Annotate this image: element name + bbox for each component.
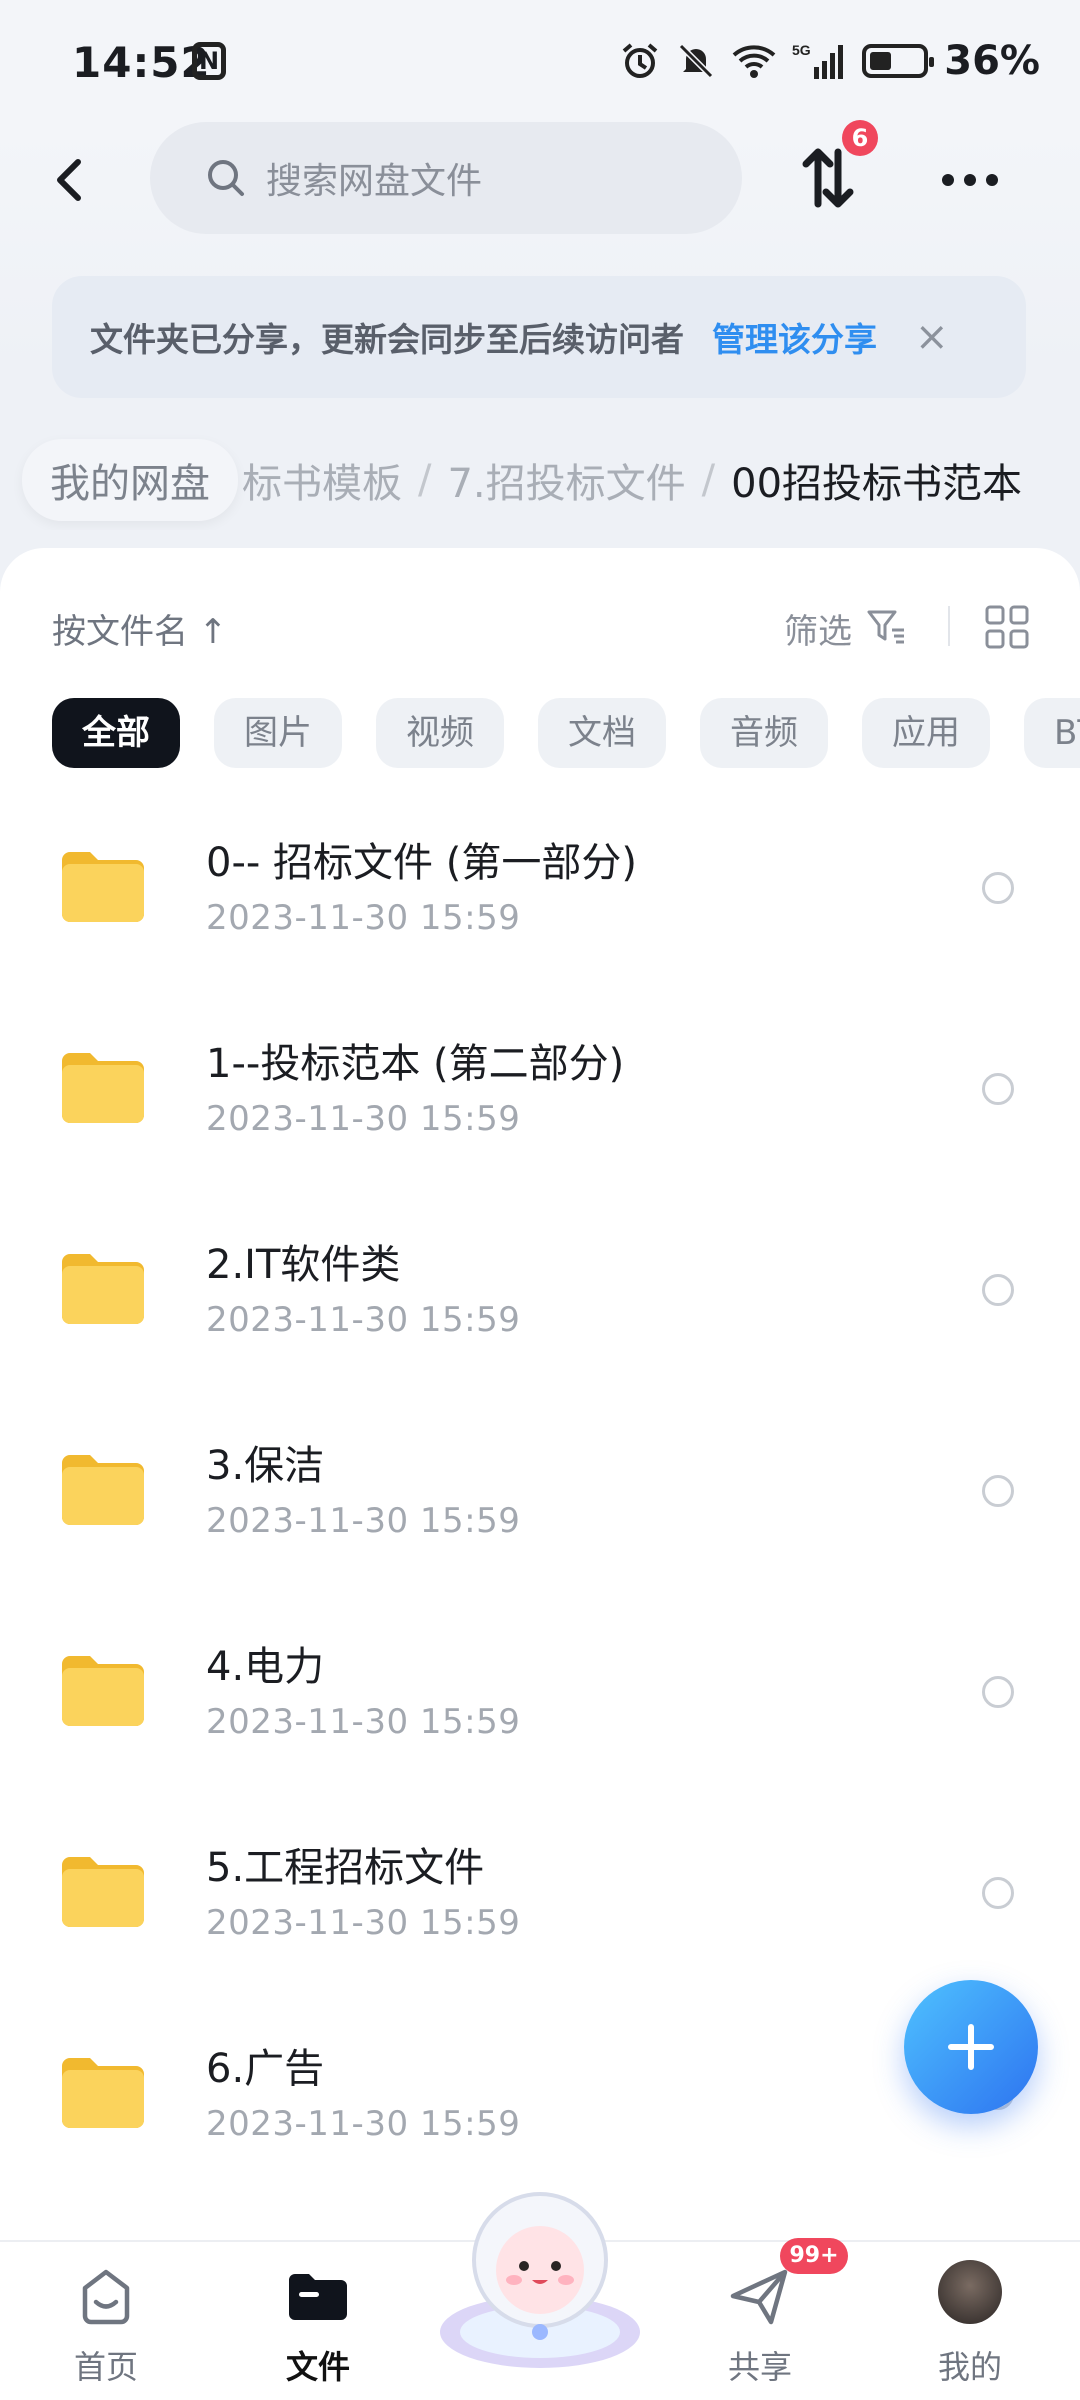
signal-icon: 5G — [792, 42, 844, 79]
breadcrumb: 我的网盘 标书模板 / 7.招投标文件 / 00招投标书范本 — [0, 430, 1080, 530]
nav-files[interactable]: 文件 — [248, 2256, 388, 2386]
file-name: 0-- 招标文件 (第一部分) — [206, 840, 637, 886]
more-icon — [942, 174, 954, 186]
send-icon — [730, 2269, 788, 2325]
file-name: 5.工程招标文件 — [206, 1845, 485, 1891]
select-checkbox[interactable] — [982, 1877, 1014, 1909]
file-date: 2023-11-30 15:59 — [206, 1099, 521, 1139]
mute-bell-icon — [679, 43, 714, 79]
search-placeholder: 搜索网盘文件 — [266, 161, 483, 202]
filter-icon[interactable] — [866, 608, 906, 646]
chip-audio[interactable]: 音频 — [700, 698, 828, 768]
alarm-icon — [622, 43, 658, 78]
nav-home-label: 首页 — [73, 2348, 138, 2386]
file-row[interactable]: 2.IT软件类 2023-11-30 15:59 — [0, 1202, 1080, 1403]
select-checkbox[interactable] — [982, 1274, 1014, 1306]
chip-bt[interactable]: BT — [1024, 698, 1080, 768]
nav-share[interactable]: 共享 — [690, 2256, 830, 2386]
file-row[interactable]: 3.保洁 2023-11-30 15:59 — [0, 1403, 1080, 1604]
file-date: 2023-11-30 15:59 — [206, 1501, 521, 1541]
share-badge: 99+ — [780, 2238, 848, 2274]
file-list: 0-- 招标文件 (第一部分) 2023-11-30 15:59 1--投标范本 (… — [0, 800, 1080, 2207]
file-name: 2.IT软件类 — [206, 1242, 401, 1288]
battery-percent: 36% — [944, 38, 1040, 84]
file-row[interactable]: 4.电力 2023-11-30 15:59 — [0, 1604, 1080, 1805]
file-name: 6.广告 — [206, 2046, 325, 2092]
home-icon — [82, 2269, 130, 2325]
breadcrumb-item[interactable]: 标书模板 — [242, 451, 402, 509]
folder-icon — [62, 2058, 144, 2128]
filter-button[interactable]: 筛选 — [784, 604, 852, 653]
chip-videos[interactable]: 视频 — [376, 698, 504, 768]
nfc-icon: N — [192, 42, 226, 80]
manage-share-link[interactable]: 管理该分享 — [712, 313, 877, 361]
more-options-button[interactable] — [930, 150, 1010, 210]
file-name: 4.电力 — [206, 1644, 325, 1690]
svg-text:5G: 5G — [792, 42, 811, 58]
select-checkbox[interactable] — [982, 1475, 1014, 1507]
chip-all[interactable]: 全部 — [52, 698, 180, 768]
folder-icon — [62, 1455, 144, 1525]
file-row[interactable]: 1--投标范本 (第二部分) 2023-11-30 15:59 — [0, 1001, 1080, 1202]
file-date: 2023-11-30 15:59 — [206, 2104, 521, 2144]
share-banner: 文件夹已分享，更新会同步至后续访问者 管理该分享 × — [52, 276, 1026, 398]
add-button[interactable] — [904, 1980, 1038, 2114]
file-date: 2023-11-30 15:59 — [206, 1903, 521, 1943]
avatar[interactable] — [938, 2260, 1002, 2324]
wifi-icon — [732, 45, 776, 78]
file-name: 1--投标范本 (第二部分) — [206, 1041, 625, 1087]
sort-button[interactable]: 按文件名 ↑ — [52, 604, 227, 653]
status-icons: 5G 36% — [620, 36, 1040, 86]
back-button[interactable] — [40, 140, 96, 220]
file-date: 2023-11-30 15:59 — [206, 1300, 521, 1340]
status-time: 14:52 — [72, 38, 211, 87]
search-input[interactable]: 搜索网盘文件 — [150, 122, 742, 234]
chevron-left-icon — [57, 159, 81, 201]
file-date: 2023-11-30 15:59 — [206, 1702, 521, 1742]
breadcrumb-item[interactable]: 7.招投标文件 — [447, 451, 685, 509]
select-checkbox[interactable] — [982, 1073, 1014, 1105]
nav-files-label: 文件 — [285, 2348, 350, 2386]
battery-icon — [862, 44, 935, 78]
chip-apps[interactable]: 应用 — [862, 698, 990, 768]
search-icon — [208, 160, 244, 196]
mascot-icon[interactable] — [432, 2182, 648, 2372]
chip-documents[interactable]: 文档 — [538, 698, 666, 768]
breadcrumb-root[interactable]: 我的网盘 — [22, 439, 238, 521]
grid-view-icon[interactable] — [984, 604, 1030, 650]
folder-icon — [62, 1053, 144, 1123]
category-chips: 全部 图片 视频 文档 音频 应用 BT — [52, 698, 1080, 768]
breadcrumb-separator: / — [418, 457, 432, 503]
select-checkbox[interactable] — [982, 872, 1014, 904]
banner-message: 文件夹已分享，更新会同步至后续访问者 — [90, 320, 684, 359]
select-checkbox[interactable] — [982, 1676, 1014, 1708]
plus-icon — [948, 2024, 994, 2070]
nav-me-label: 我的 — [937, 2348, 1002, 2386]
file-row[interactable]: 0-- 招标文件 (第一部分) 2023-11-30 15:59 — [0, 800, 1080, 1001]
breadcrumb-separator: / — [701, 457, 716, 503]
nav-share-label: 共享 — [727, 2348, 792, 2386]
file-row[interactable]: 5.工程招标文件 2023-11-30 15:59 — [0, 1805, 1080, 2006]
folder-icon — [62, 852, 144, 922]
divider — [948, 606, 950, 646]
nav-home[interactable]: 首页 — [36, 2256, 176, 2386]
file-date: 2023-11-30 15:59 — [206, 898, 521, 938]
file-name: 3.保洁 — [206, 1443, 325, 1489]
folder-icon — [289, 2274, 347, 2320]
breadcrumb-current: 00招投标书范本 — [731, 461, 1023, 507]
transfer-badge: 6 — [842, 120, 878, 156]
close-icon[interactable]: × — [915, 314, 949, 360]
chip-images[interactable]: 图片 — [214, 698, 342, 768]
folder-icon — [62, 1656, 144, 1726]
folder-icon — [62, 1857, 144, 1927]
folder-icon — [62, 1254, 144, 1324]
